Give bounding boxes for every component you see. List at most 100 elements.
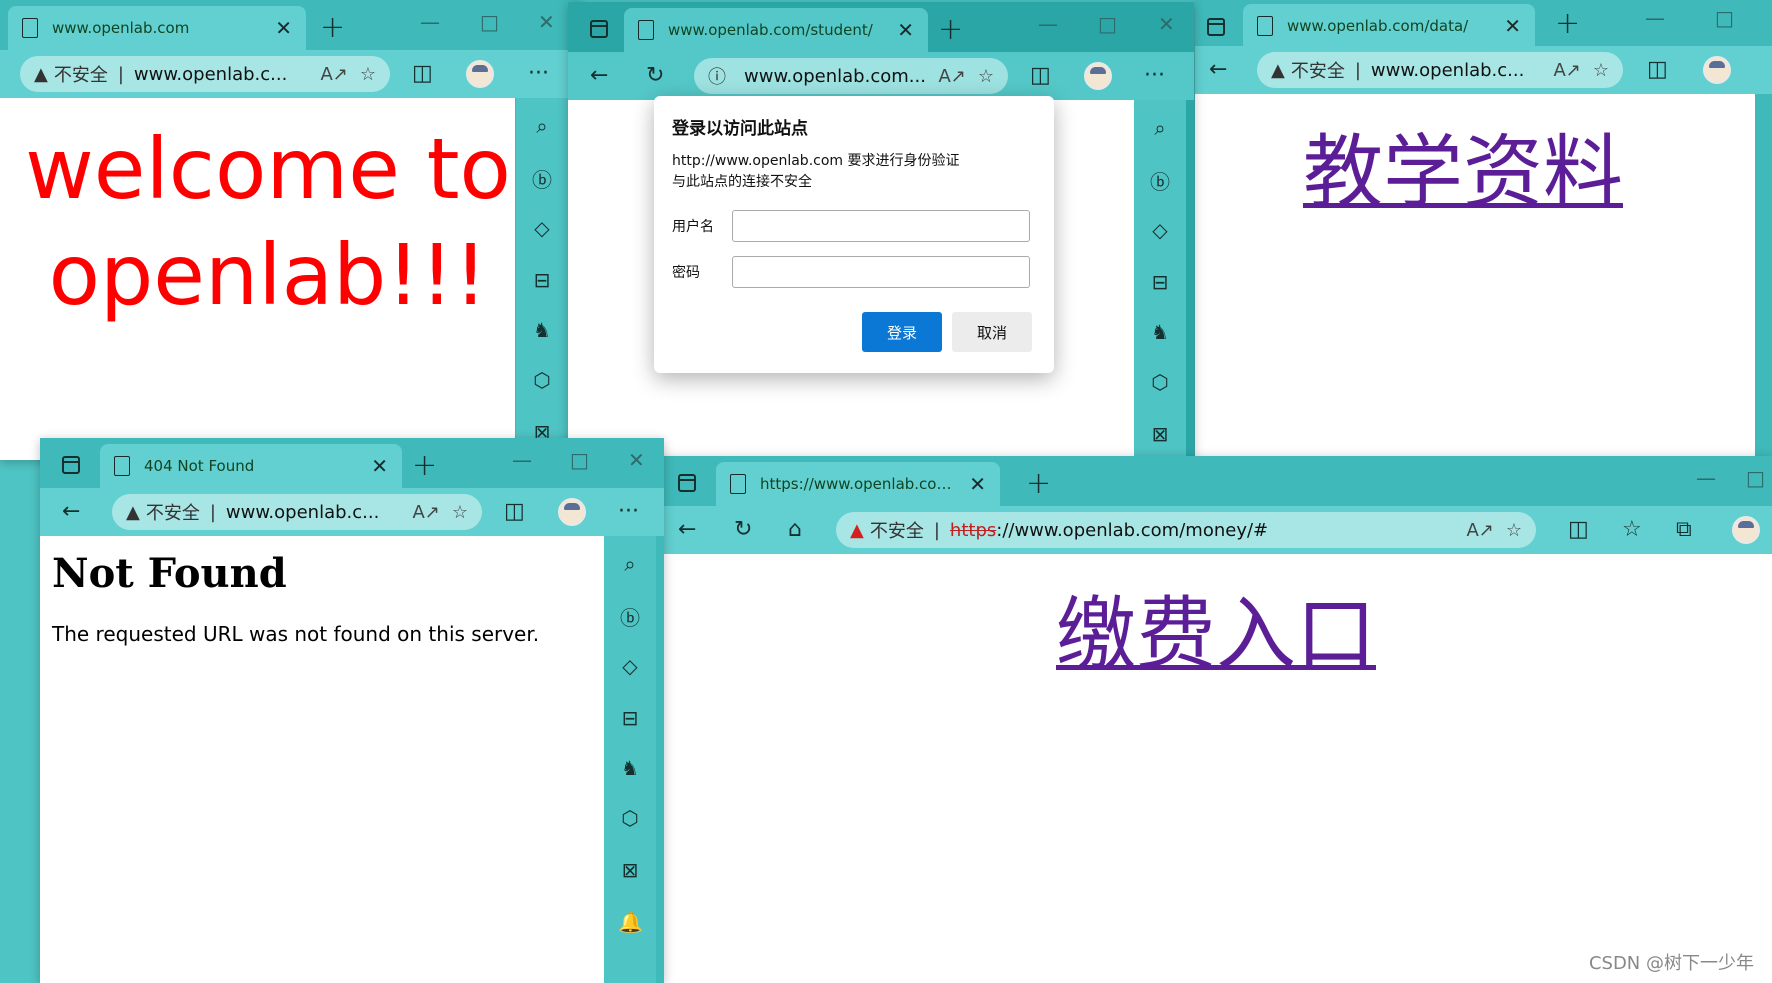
login-button[interactable]: 登录 [862, 312, 942, 352]
close-window-button[interactable]: ✕ [628, 448, 645, 472]
tab-close-icon[interactable]: ✕ [275, 16, 292, 40]
username-input[interactable] [732, 210, 1030, 242]
address-bar[interactable]: ⓘ www.openlab.com... A↗ ☆ [694, 58, 1008, 94]
avatar[interactable] [1703, 56, 1731, 84]
minimize-button[interactable]: — [1645, 6, 1665, 30]
split-screen-icon[interactable]: ◫ [1030, 61, 1051, 91]
address-bar[interactable]: ▲ 不安全 | www.openlab.c... A↗ ☆ [20, 56, 390, 92]
tab-actions-icon[interactable] [590, 20, 608, 38]
back-icon[interactable]: ← [678, 515, 696, 545]
avatar[interactable] [1084, 62, 1112, 90]
maximize-button[interactable]: □ [1746, 466, 1765, 490]
favorite-icon[interactable]: ☆ [1506, 520, 1522, 541]
more-menu-icon[interactable]: ··· [528, 59, 549, 89]
new-tab-button[interactable]: + [1026, 466, 1051, 501]
tab-data[interactable]: www.openlab.com/data/ ✕ [1243, 4, 1535, 48]
tab-close-icon[interactable]: ✕ [897, 18, 914, 42]
split-screen-icon[interactable]: ◫ [504, 497, 525, 527]
more-menu-icon[interactable]: ··· [618, 497, 639, 527]
tab-title: www.openlab.com/data/ [1287, 17, 1469, 35]
minimize-button[interactable]: — [420, 10, 440, 34]
bell-icon[interactable]: 🔔 [618, 910, 643, 934]
divider: | [933, 519, 940, 541]
avatar[interactable] [466, 60, 494, 88]
address-bar[interactable]: ▲ 不安全 | www.openlab.c... A↗ ☆ [1257, 52, 1623, 88]
office-icon[interactable]: ⬡ [530, 368, 554, 392]
home-icon[interactable]: ⌂ [788, 515, 802, 545]
search-icon[interactable]: ⌕ [530, 114, 554, 138]
read-aloud-icon[interactable]: A↗ [938, 66, 965, 87]
favorite-icon[interactable]: ☆ [978, 66, 994, 87]
minimize-button[interactable]: — [512, 448, 532, 472]
favorite-icon[interactable]: ☆ [1593, 60, 1609, 81]
new-tab-button[interactable]: + [412, 448, 437, 483]
not-secure-label: 不安全 [53, 65, 108, 86]
maximize-button[interactable]: □ [1098, 12, 1117, 36]
search-icon[interactable]: ⌕ [1148, 116, 1172, 140]
refresh-icon[interactable]: ↻ [646, 61, 664, 91]
address-bar[interactable]: ▲ 不安全 | www.openlab.c... A↗ ☆ [112, 494, 482, 530]
shopping-tag-icon[interactable]: ◇ [1148, 218, 1172, 242]
favorites-icon[interactable]: ☆ [1622, 515, 1642, 545]
new-tab-button[interactable]: + [938, 12, 963, 47]
tools-icon[interactable]: ⊟ [618, 706, 642, 730]
more-menu-icon[interactable]: ··· [1144, 61, 1165, 91]
bing-chat-icon[interactable]: ⓑ [530, 164, 554, 193]
payment-entry-link[interactable]: 缴费入口 [1056, 570, 1376, 686]
bing-chat-icon[interactable]: ⓑ [618, 602, 642, 631]
read-aloud-icon[interactable]: A↗ [320, 64, 347, 85]
tab-close-icon[interactable]: ✕ [371, 454, 388, 478]
tab-close-icon[interactable]: ✕ [969, 472, 986, 496]
favorite-icon[interactable]: ☆ [452, 502, 468, 523]
teaching-materials-link[interactable]: 教学资料 [1303, 108, 1623, 224]
tab-actions-icon[interactable] [1207, 18, 1225, 36]
tab-close-icon[interactable]: ✕ [1504, 14, 1521, 38]
page-icon [22, 18, 38, 38]
tab-actions-icon[interactable] [62, 456, 80, 474]
cancel-button[interactable]: 取消 [952, 312, 1032, 352]
new-tab-button[interactable]: + [1555, 6, 1580, 41]
back-icon[interactable]: ← [62, 497, 80, 527]
tab-welcome[interactable]: www.openlab.com ✕ [8, 6, 306, 50]
office-icon[interactable]: ⬡ [618, 806, 642, 830]
games-icon[interactable]: ♞ [530, 318, 554, 342]
bing-chat-icon[interactable]: ⓑ [1148, 166, 1172, 195]
close-window-button[interactable]: ✕ [1158, 12, 1175, 36]
tab-actions-icon[interactable] [678, 474, 696, 492]
maximize-button[interactable]: □ [1715, 6, 1734, 30]
read-aloud-icon[interactable]: A↗ [1466, 520, 1493, 541]
favorite-icon[interactable]: ☆ [360, 64, 376, 85]
split-screen-icon[interactable]: ◫ [412, 59, 433, 89]
refresh-icon[interactable]: ↻ [734, 515, 752, 545]
back-icon[interactable]: ← [1209, 55, 1227, 85]
avatar[interactable] [1732, 516, 1760, 544]
new-tab-button[interactable]: + [320, 10, 345, 45]
close-window-button[interactable]: ✕ [538, 10, 555, 34]
search-icon[interactable]: ⌕ [618, 552, 642, 576]
tab-404[interactable]: 404 Not Found ✕ [100, 444, 402, 488]
tab-money[interactable]: https://www.openlab.com/money/# ✕ [716, 462, 1000, 506]
games-icon[interactable]: ♞ [1148, 320, 1172, 344]
outlook-icon[interactable]: ⊠ [618, 858, 642, 882]
read-aloud-icon[interactable]: A↗ [412, 502, 439, 523]
games-icon[interactable]: ♞ [618, 756, 642, 780]
avatar[interactable] [558, 498, 586, 526]
collections-icon[interactable]: ⧉ [1676, 515, 1692, 545]
office-icon[interactable]: ⬡ [1148, 370, 1172, 394]
shopping-tag-icon[interactable]: ◇ [618, 654, 642, 678]
back-icon[interactable]: ← [590, 61, 608, 91]
shopping-tag-icon[interactable]: ◇ [530, 216, 554, 240]
split-screen-icon[interactable]: ◫ [1647, 55, 1668, 85]
minimize-button[interactable]: — [1038, 12, 1058, 36]
split-screen-icon[interactable]: ◫ [1568, 515, 1589, 545]
tools-icon[interactable]: ⊟ [530, 268, 554, 292]
maximize-button[interactable]: □ [480, 10, 499, 34]
address-bar[interactable]: ▲ 不安全 | https ://www.openlab.com/money/#… [836, 512, 1536, 548]
tab-student[interactable]: www.openlab.com/student/ ✕ [624, 8, 928, 52]
minimize-button[interactable]: — [1696, 466, 1716, 490]
password-input[interactable] [732, 256, 1030, 288]
outlook-icon[interactable]: ⊠ [1148, 422, 1172, 446]
maximize-button[interactable]: □ [570, 448, 589, 472]
tools-icon[interactable]: ⊟ [1148, 270, 1172, 294]
read-aloud-icon[interactable]: A↗ [1553, 60, 1580, 81]
